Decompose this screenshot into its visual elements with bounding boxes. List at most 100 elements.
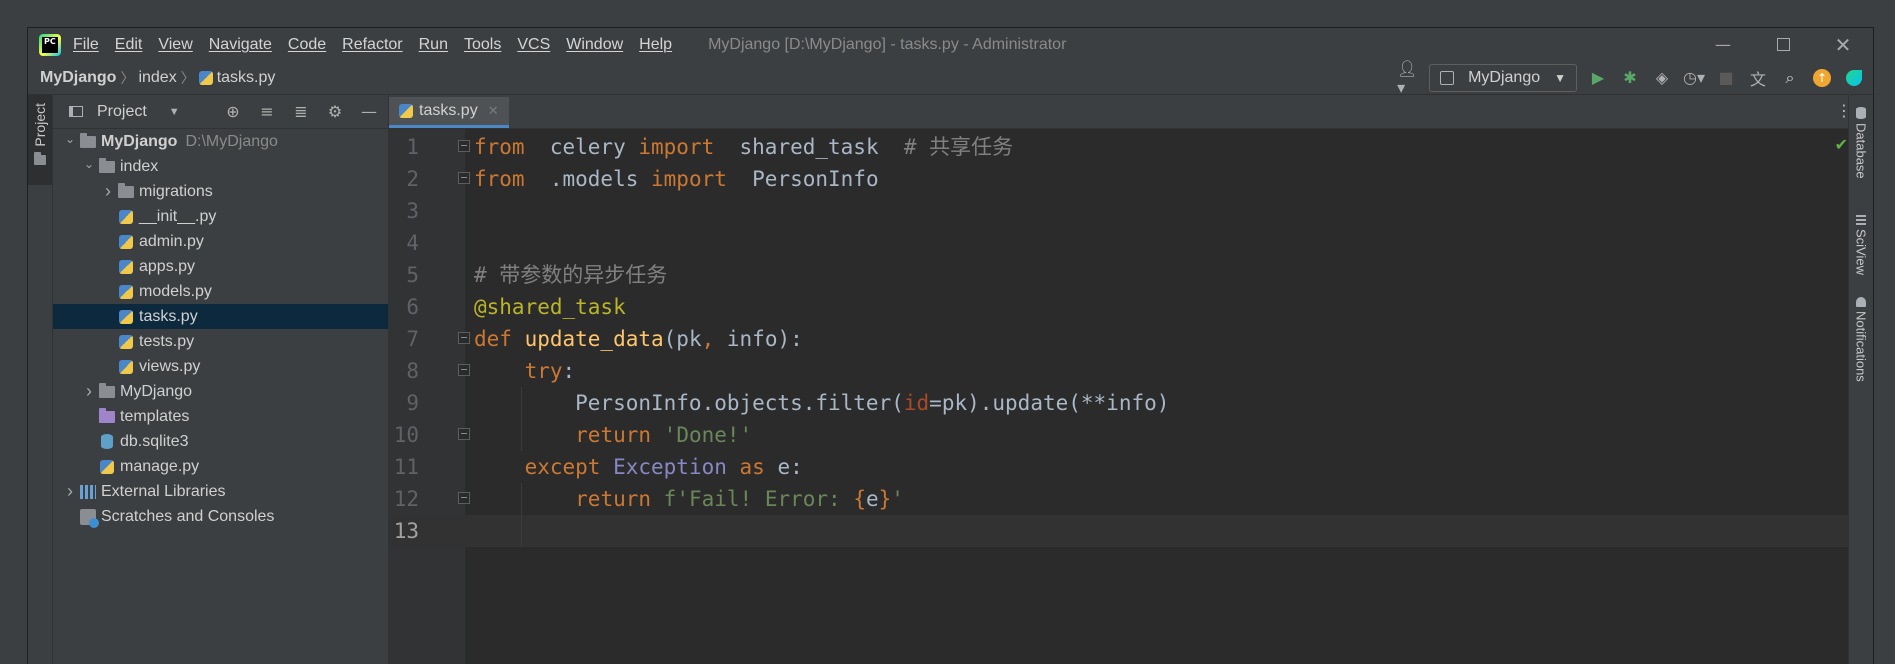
code-line[interactable]: 2 from .models import PersonInfo (389, 163, 1866, 195)
folder-icon-shape (118, 182, 134, 198)
code-line[interactable]: 9 PersonInfo.objects.filter(id=pk).updat… (389, 387, 1866, 419)
project-tool-tab[interactable]: Project (28, 95, 52, 185)
menu-code[interactable]: Code (288, 36, 326, 54)
code-text: return 'Done!' (474, 419, 752, 451)
menu-vcs[interactable]: VCS (517, 36, 550, 54)
tree-item[interactable]: ⌄ MyDjango D:\MyDjango (53, 129, 388, 154)
line-number[interactable]: 4 (389, 227, 419, 259)
breadcrumb-folder[interactable]: index (138, 69, 176, 87)
code-area[interactable]: ✔ 1 from celery import shared_task # 共享任务… (389, 129, 1866, 664)
line-number[interactable]: 5 (389, 259, 419, 291)
code-line[interactable]: 11 except Exception as e: (389, 451, 1866, 483)
code-line[interactable]: 7 def update_data(pk, info): (389, 323, 1866, 355)
collapse-all-icon[interactable]: ≣ (290, 101, 312, 123)
menu-navigate[interactable]: Navigate (209, 36, 272, 54)
fold-marker-icon[interactable] (458, 364, 470, 376)
menu-window[interactable]: Window (566, 36, 623, 54)
menu-refactor[interactable]: Refactor (342, 36, 402, 54)
translate-icon[interactable]: 文 (1747, 67, 1769, 89)
tree-item[interactable]: apps.py (53, 254, 388, 279)
debug-icon[interactable]: ✱ (1619, 67, 1641, 89)
line-number[interactable]: 2 (389, 163, 419, 195)
fold-marker-icon[interactable] (458, 492, 470, 504)
breadcrumb-project[interactable]: MyDjango (40, 69, 116, 87)
tree-item[interactable]: __init__.py (53, 204, 388, 229)
coverage-icon[interactable]: ◈ (1651, 67, 1673, 89)
fold-marker-icon[interactable] (458, 332, 470, 344)
fold-marker-icon[interactable] (458, 140, 470, 152)
line-number[interactable]: 12 (389, 483, 419, 515)
tree-item[interactable]: tasks.py (53, 304, 388, 329)
line-number[interactable]: 13 (389, 515, 419, 547)
tree-item[interactable]: views.py (53, 354, 388, 379)
line-number[interactable]: 1 (389, 131, 419, 163)
update-icon[interactable]: ↑ (1811, 67, 1833, 89)
menu-edit[interactable]: Edit (115, 36, 143, 54)
tree-item[interactable]: › migrations (53, 179, 388, 204)
tree-item[interactable]: Scratches and Consoles (53, 504, 388, 529)
line-number[interactable]: 11 (389, 451, 419, 483)
line-number[interactable]: 10 (389, 419, 419, 451)
notifications-tool-tab[interactable]: Notifications (1849, 297, 1873, 382)
code-line[interactable]: 3 (389, 195, 1866, 227)
user-icon[interactable]: 👤︎▾ (1397, 59, 1419, 97)
chevron-right-icon[interactable]: › (99, 181, 117, 202)
search-icon[interactable]: ⌕ (1779, 67, 1801, 89)
tree-item[interactable]: tests.py (53, 329, 388, 354)
line-number[interactable]: 3 (389, 195, 419, 227)
tree-item[interactable]: ⌄ index (53, 154, 388, 179)
tree-item[interactable]: admin.py (53, 229, 388, 254)
code-line[interactable]: 1 from celery import shared_task # 共享任务 (389, 131, 1866, 163)
stop-icon[interactable]: ■ (1715, 67, 1737, 89)
tree-item[interactable]: › MyDjango (53, 379, 388, 404)
menu-run[interactable]: Run (419, 36, 448, 54)
run-configuration-select[interactable]: MyDjango ▼ (1429, 63, 1577, 92)
code-line[interactable]: 6 @shared_task (389, 291, 1866, 323)
run-icon[interactable]: ▶ (1587, 67, 1609, 89)
jetbrains-ai-icon[interactable] (1843, 67, 1865, 89)
line-number[interactable]: 8 (389, 355, 419, 387)
chevron-right-icon[interactable]: › (80, 381, 98, 402)
line-number[interactable]: 7 (389, 323, 419, 355)
hide-panel-icon[interactable]: — (358, 101, 380, 123)
chevron-right-icon[interactable]: › (61, 481, 79, 502)
chevron-down-icon[interactable]: ⌄ (80, 157, 98, 171)
tab-tasks-py[interactable]: tasks.py ✕ (389, 97, 509, 128)
maximize-button[interactable] (1753, 28, 1813, 61)
fold-marker-icon[interactable] (458, 428, 470, 440)
code-line[interactable]: 5 # 带参数的异步任务 (389, 259, 1866, 291)
close-tab-icon[interactable]: ✕ (488, 103, 499, 119)
breadcrumb-file[interactable]: tasks.py (217, 69, 276, 87)
tree-item[interactable]: db.sqlite3 (53, 429, 388, 454)
tree-item[interactable]: manage.py (53, 454, 388, 479)
minimize-button[interactable]: — (1693, 28, 1753, 61)
menu-help[interactable]: Help (639, 36, 672, 54)
line-number[interactable]: 9 (389, 387, 419, 419)
menu-view[interactable]: View (158, 36, 192, 54)
tree-item[interactable]: models.py (53, 279, 388, 304)
project-tree: ⌄ MyDjango D:\MyDjango ⌄ index › migrations __i… (53, 129, 388, 529)
tree-item[interactable]: templates (53, 404, 388, 429)
locate-file-icon[interactable]: ⊕ (222, 101, 244, 123)
code-line[interactable]: 8 try: (389, 355, 1866, 387)
menu-file[interactable]: File (73, 36, 99, 54)
close-window-button[interactable]: ✕ (1813, 28, 1873, 61)
settings-gear-icon[interactable]: ⚙ (324, 101, 346, 123)
line-number[interactable]: 6 (389, 291, 419, 323)
main-toolbar: 👤︎▾ MyDjango ▼ ▶ ✱ ◈ ◷▾ ■ 文 ⌕ ↑ (1397, 59, 1865, 97)
code-line[interactable]: 4 (389, 227, 1866, 259)
code-line[interactable]: 12 return f'Fail! Error: {e}' (389, 483, 1866, 515)
code-line[interactable]: 13 (389, 515, 1866, 547)
menu-tools[interactable]: Tools (464, 36, 501, 54)
tree-item[interactable]: › External Libraries (53, 479, 388, 504)
code-line[interactable]: 10 return 'Done!' (389, 419, 1866, 451)
fold-marker-icon[interactable] (458, 172, 470, 184)
expand-all-icon[interactable]: ≡ (256, 101, 278, 123)
database-tool-tab[interactable]: Database (1849, 107, 1873, 179)
python-file-icon (117, 259, 135, 275)
sciview-tool-tab[interactable]: SciView (1849, 215, 1873, 275)
profile-icon[interactable]: ◷▾ (1683, 67, 1705, 89)
pycharm-logo-icon[interactable]: PC (39, 33, 61, 56)
chevron-down-icon[interactable]: ⌄ (61, 132, 79, 146)
project-view-selector[interactable]: Project ▼ (69, 103, 180, 121)
